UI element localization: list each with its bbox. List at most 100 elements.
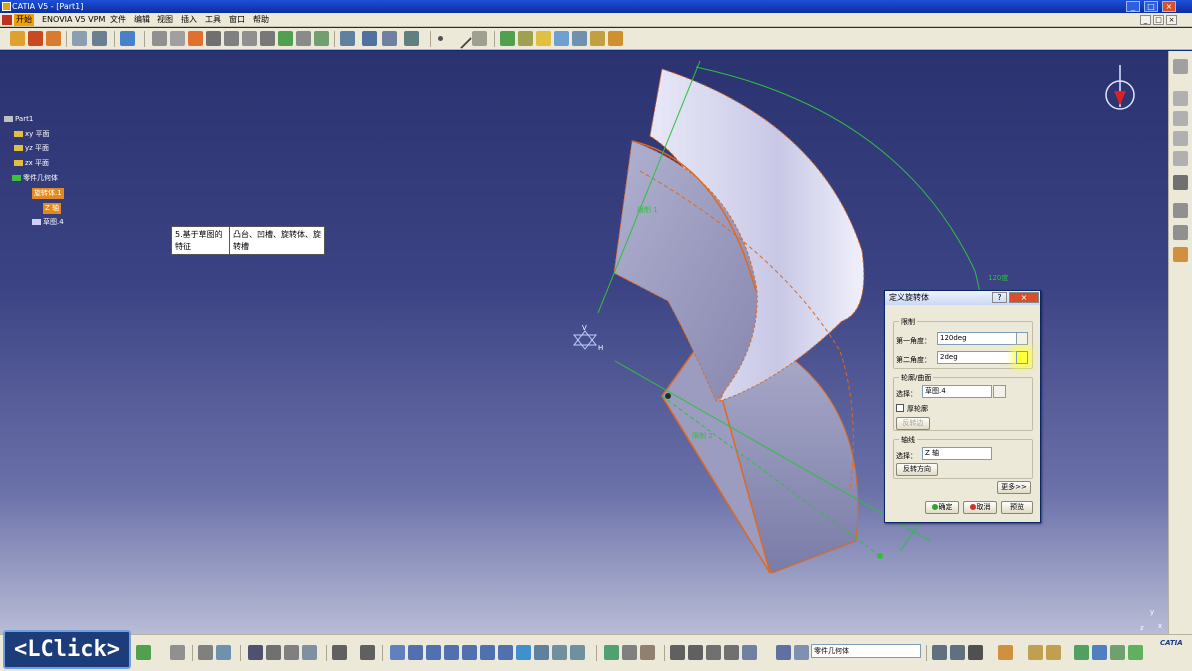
preview-button[interactable]: 预览 bbox=[1001, 501, 1033, 514]
boolean-icon[interactable] bbox=[500, 31, 515, 46]
isometric-view-icon[interactable] bbox=[516, 645, 531, 660]
line-icon[interactable] bbox=[450, 27, 473, 50]
second-angle-field[interactable]: 2deg bbox=[937, 351, 1017, 364]
fillet-icon[interactable] bbox=[278, 31, 293, 46]
fly-icon[interactable] bbox=[390, 645, 405, 660]
second-angle-spinner[interactable] bbox=[1016, 351, 1028, 364]
menu-view[interactable]: 视图 bbox=[155, 14, 175, 26]
chamfer-icon[interactable] bbox=[296, 31, 311, 46]
shaft-icon[interactable] bbox=[46, 31, 61, 46]
catalog-icon[interactable] bbox=[1173, 131, 1188, 146]
catalog-browser-icon[interactable] bbox=[1028, 645, 1043, 660]
view-icon[interactable] bbox=[1173, 59, 1188, 74]
layer-icon[interactable] bbox=[742, 645, 757, 660]
first-angle-spinner[interactable] bbox=[1016, 332, 1028, 345]
lighting-icon[interactable] bbox=[950, 645, 965, 660]
assemble-icon[interactable] bbox=[518, 31, 533, 46]
rib-icon[interactable] bbox=[188, 31, 203, 46]
remove-loft-icon[interactable] bbox=[260, 31, 275, 46]
measure-icon[interactable] bbox=[1173, 91, 1188, 106]
format-icon[interactable] bbox=[724, 645, 739, 660]
menu-tools[interactable]: 工具 bbox=[203, 14, 223, 26]
pocket-icon[interactable] bbox=[28, 31, 43, 46]
table-icon[interactable] bbox=[248, 645, 263, 660]
draft-icon[interactable] bbox=[314, 31, 329, 46]
grid-icon[interactable] bbox=[382, 31, 397, 46]
tree-icon[interactable] bbox=[266, 645, 281, 660]
work-object-icon[interactable] bbox=[794, 645, 809, 660]
mdi-restore-button[interactable]: □ bbox=[1153, 15, 1164, 25]
knowledge-advisor-icon[interactable] bbox=[1046, 645, 1061, 660]
point-icon[interactable] bbox=[438, 36, 443, 41]
constraint-snap-icon[interactable] bbox=[670, 645, 685, 660]
dialog-help-button[interactable]: ? bbox=[992, 292, 1007, 303]
update-icon[interactable] bbox=[136, 645, 151, 660]
paint-icon[interactable] bbox=[998, 645, 1013, 660]
wireframe-icon[interactable] bbox=[604, 645, 619, 660]
render-icon[interactable] bbox=[932, 645, 947, 660]
hide-show-icon[interactable] bbox=[552, 645, 567, 660]
menu-window[interactable]: 窗口 bbox=[227, 14, 247, 26]
compass-icon[interactable] bbox=[1105, 65, 1135, 110]
surface-icon[interactable] bbox=[1110, 645, 1125, 660]
more-button[interactable]: 更多>> bbox=[997, 481, 1031, 494]
material-icon[interactable] bbox=[608, 31, 623, 46]
pattern-icon[interactable] bbox=[362, 31, 377, 46]
sheet-metal-icon[interactable] bbox=[1074, 645, 1089, 660]
dialog-close-button[interactable]: × bbox=[1009, 292, 1039, 303]
zoom-out-icon[interactable] bbox=[480, 645, 495, 660]
menu-start[interactable]: 开始 bbox=[14, 14, 34, 26]
menu-help[interactable]: 帮助 bbox=[251, 14, 271, 26]
save-icon[interactable] bbox=[360, 645, 375, 660]
add-body-icon[interactable] bbox=[536, 31, 551, 46]
tree-root[interactable]: Part1 bbox=[4, 114, 33, 125]
slot-icon[interactable] bbox=[206, 31, 221, 46]
comment-icon[interactable] bbox=[216, 645, 231, 660]
tree-item-z-axis[interactable]: Z 轴 bbox=[43, 203, 62, 214]
apply-material-icon[interactable] bbox=[1173, 247, 1188, 262]
zoom-in-icon[interactable] bbox=[462, 645, 477, 660]
normal-view-icon[interactable] bbox=[498, 645, 513, 660]
inertia-icon[interactable] bbox=[1173, 111, 1188, 126]
loft-icon[interactable] bbox=[242, 31, 257, 46]
3d-view-icon[interactable] bbox=[120, 31, 135, 46]
constraint-icon[interactable] bbox=[1173, 225, 1188, 240]
plane-icon[interactable] bbox=[472, 31, 487, 46]
tree-item-revolve[interactable]: 旋转体.1 bbox=[32, 188, 64, 199]
publish-icon[interactable] bbox=[284, 645, 299, 660]
measure-item-icon[interactable] bbox=[640, 645, 655, 660]
analysis-icon[interactable] bbox=[688, 645, 703, 660]
knowledge-icon[interactable] bbox=[1173, 151, 1188, 166]
tree-item-yz-plane[interactable]: yz 平面 bbox=[14, 143, 49, 154]
select-arrow-icon[interactable] bbox=[1173, 175, 1188, 190]
groove-icon[interactable] bbox=[152, 31, 167, 46]
shading-icon[interactable] bbox=[534, 645, 549, 660]
menu-insert[interactable]: 插入 bbox=[179, 14, 199, 26]
tree-item-sketch4[interactable]: 草图.4 bbox=[32, 217, 64, 228]
camera-icon[interactable] bbox=[968, 645, 983, 660]
scale-icon[interactable] bbox=[404, 31, 419, 46]
thick-profile-checkbox[interactable] bbox=[896, 404, 904, 412]
cancel-button[interactable]: 取消 bbox=[963, 501, 997, 514]
formula-icon[interactable] bbox=[198, 645, 213, 660]
reverse-direction-button[interactable]: 反转方向 bbox=[896, 463, 938, 476]
scan-icon[interactable] bbox=[302, 645, 317, 660]
minimize-button[interactable]: _ bbox=[1126, 1, 1140, 12]
first-angle-field[interactable]: 120deg bbox=[937, 332, 1017, 345]
generative-icon[interactable] bbox=[1092, 645, 1107, 660]
tree-item-xy-plane[interactable]: xy 平面 bbox=[14, 129, 50, 140]
maximize-button[interactable]: □ bbox=[1144, 1, 1158, 12]
menu-enovia[interactable]: ENOVIA V5 VPM bbox=[40, 14, 107, 26]
rotate-icon[interactable] bbox=[444, 645, 459, 660]
stiffener-icon[interactable] bbox=[224, 31, 239, 46]
body-select-icon[interactable] bbox=[776, 645, 791, 660]
axis-system-icon[interactable] bbox=[590, 31, 605, 46]
sketch-icon[interactable] bbox=[72, 31, 87, 46]
ok-button[interactable]: 确定 bbox=[925, 501, 959, 514]
positioned-sketch-icon[interactable] bbox=[92, 31, 107, 46]
axis-select-field[interactable]: Z 轴 bbox=[922, 447, 992, 460]
intersect-icon[interactable] bbox=[572, 31, 587, 46]
remove-body-icon[interactable] bbox=[554, 31, 569, 46]
tree-item-zx-plane[interactable]: zx 平面 bbox=[14, 158, 49, 169]
close-window-button[interactable]: × bbox=[1162, 1, 1176, 12]
